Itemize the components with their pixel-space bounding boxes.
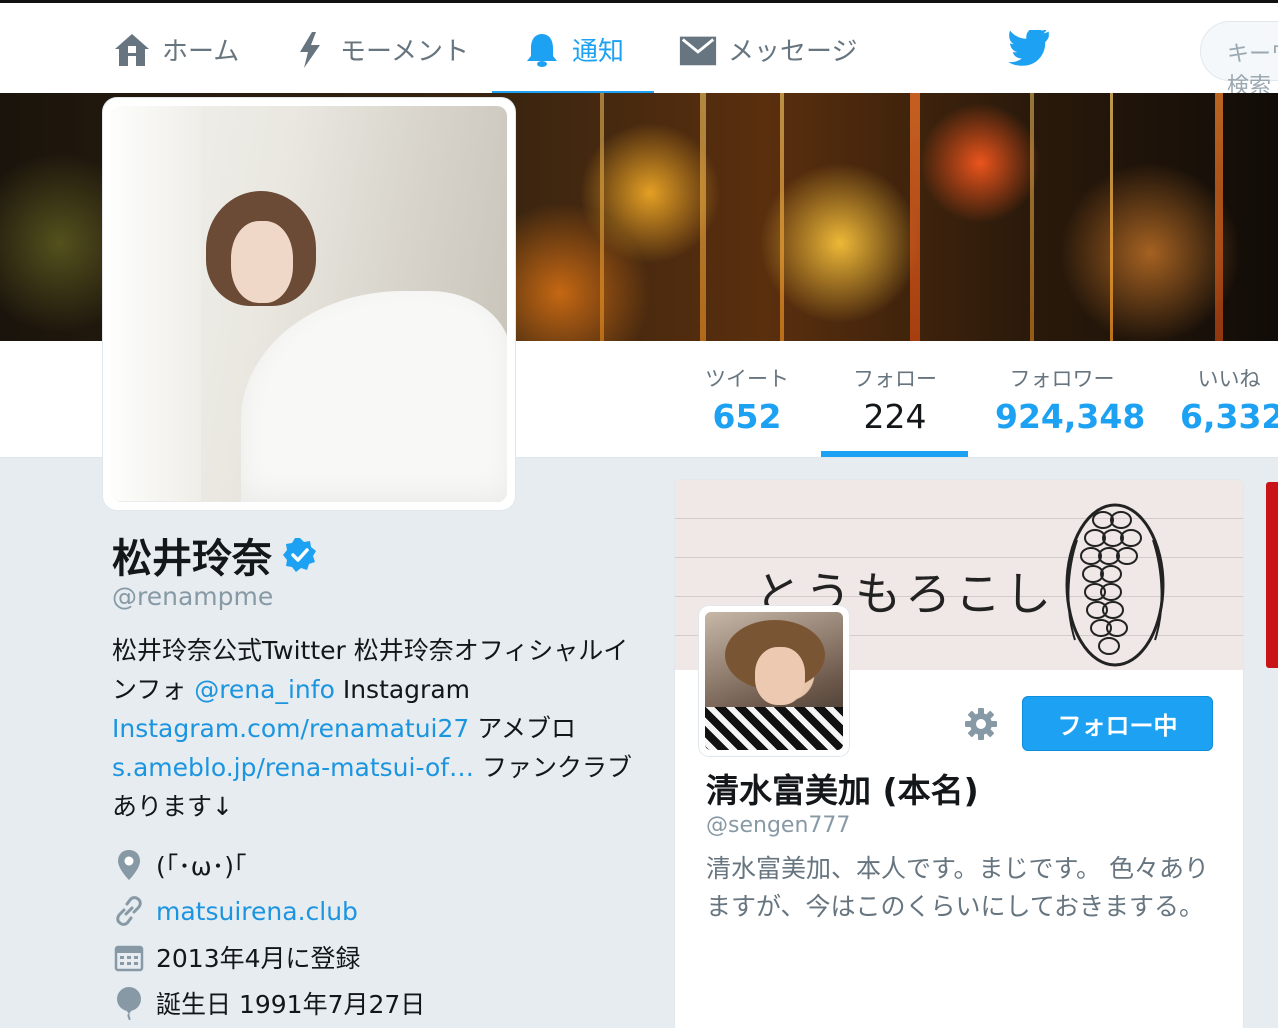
following-button[interactable]: フォロー中 — [1022, 696, 1213, 751]
stat-followers[interactable]: フォロワー 924,348 — [995, 363, 1146, 436]
profile-bio: 松井玲奈公式Twitter 松井玲奈オフィシャルインフォ @rena_info … — [112, 631, 632, 826]
bio-text: Instagram — [334, 675, 471, 704]
balloon-icon — [112, 986, 146, 1020]
verified-badge-icon — [283, 538, 316, 572]
card-avatar-photo — [705, 612, 843, 750]
top-navigation: ホーム モーメント 通知 メッセージ キーワード検索 — [0, 0, 1278, 99]
next-card-edge — [1266, 482, 1278, 668]
stat-following[interactable]: フォロー 224 — [840, 363, 950, 436]
nav-moments-label: モーメント — [340, 37, 469, 67]
nav-messages-label: メッセージ — [728, 37, 858, 67]
profile-joined: 2013年4月に登録 — [112, 939, 361, 975]
location-text: (｢･ω･)｢ — [156, 852, 247, 881]
stat-following-label: フォロー — [853, 367, 937, 391]
birthday-text: 誕生日 1991年7月27日 — [156, 990, 426, 1019]
nav-notifications-label: 通知 — [572, 37, 625, 67]
stat-likes[interactable]: いいね 6,332 — [1180, 363, 1278, 436]
profile-birthday: 誕生日 1991年7月27日 — [112, 985, 425, 1021]
bio-text: アメブロ — [469, 714, 577, 743]
profile-avatar[interactable] — [103, 98, 515, 510]
nav-home[interactable]: ホーム — [112, 3, 239, 96]
nav-moments[interactable]: モーメント — [290, 3, 469, 96]
bio-link-ameblo[interactable]: s.ameblo.jp/rena-matsui-of… — [112, 753, 474, 782]
card-bio: 清水富美加、本人です。まじです。 色々ありますが、今はこのくらいにしておきまする… — [706, 854, 1209, 921]
link-icon — [112, 894, 146, 928]
twitter-bird-icon[interactable] — [1007, 30, 1051, 68]
profile-photo — [111, 106, 507, 502]
profile-handle: @renampme — [112, 582, 274, 611]
gear-icon[interactable] — [963, 706, 999, 742]
corn-drawing-icon — [1065, 503, 1165, 667]
nav-notifications[interactable]: 通知 — [491, 3, 655, 96]
stat-followers-label: フォロワー — [1009, 367, 1115, 391]
profile-name: 松井玲奈 — [112, 526, 318, 584]
website-link[interactable]: matsuirena.club — [156, 897, 358, 926]
bio-link-instagram[interactable]: Instagram.com/renamatui27 — [112, 714, 469, 743]
profile-website: matsuirena.club — [112, 894, 358, 928]
active-stat-indicator — [821, 451, 968, 457]
card-name[interactable]: 清水富美加 (本名) — [706, 764, 979, 812]
lightning-icon — [290, 30, 330, 70]
location-pin-icon — [112, 848, 146, 882]
stat-likes-label: いいね — [1197, 367, 1261, 391]
joined-text: 2013年4月に登録 — [156, 944, 361, 973]
stat-following-value: 224 — [863, 397, 927, 436]
card-avatar[interactable] — [699, 606, 849, 756]
bio-link-rena-info[interactable]: @rena_info — [194, 675, 335, 704]
stat-likes-value: 6,332 — [1180, 397, 1278, 436]
profile-location: (｢･ω･)｢ — [112, 847, 246, 883]
bell-icon — [522, 30, 562, 70]
nav-messages[interactable]: メッセージ — [678, 3, 857, 96]
stat-tweets[interactable]: ツイート 652 — [700, 363, 794, 436]
home-icon — [112, 30, 152, 70]
user-profile-card[interactable]: とうもろこし フォロー中 清水富美加 (本名) @sengen777 清水富美加… — [674, 479, 1244, 1028]
search-input[interactable]: キーワード検索 — [1200, 21, 1278, 99]
profile-name-text: 松井玲奈 — [112, 536, 272, 582]
calendar-icon — [112, 940, 146, 974]
stat-tweets-label: ツイート — [705, 367, 789, 391]
stat-tweets-value: 652 — [712, 397, 782, 436]
envelope-icon — [678, 30, 718, 70]
card-handle: @sengen777 — [706, 813, 851, 838]
stat-followers-value: 924,348 — [995, 397, 1146, 436]
nav-home-label: ホーム — [162, 37, 240, 67]
